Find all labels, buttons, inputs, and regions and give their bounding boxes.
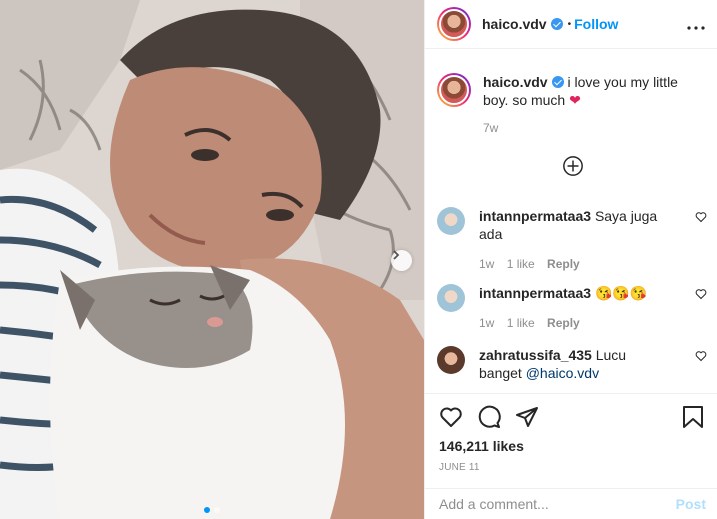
emoji-kiss-0: 😘	[594, 285, 613, 301]
bookmark-icon[interactable]	[682, 405, 704, 429]
comment-item: zahratussifa_435 Lucu banget @haico.vdv	[437, 346, 707, 382]
comment-likes[interactable]: 1 like	[507, 316, 535, 330]
comment-likes[interactable]: 1 like	[507, 257, 535, 271]
post-side-panel: haico.vdv • Follow haico.vdv i love you …	[424, 0, 717, 519]
chevron-right-icon	[393, 250, 400, 260]
emoji-kiss-1: 😘	[612, 285, 630, 301]
post-comment-button[interactable]: Post	[676, 496, 706, 512]
comment-time[interactable]: 1w	[479, 257, 494, 271]
commenter-avatar[interactable]	[437, 207, 465, 235]
red-heart-emoji: ❤	[569, 92, 581, 108]
commenter-avatar[interactable]	[437, 284, 465, 312]
comment-item: intannpermataa3 Saya juga ada 1w 1 like …	[437, 207, 707, 273]
avatar-image	[439, 75, 469, 105]
comment-item: intannpermataa3 😘😘😘 1w 1 like Reply	[437, 284, 707, 332]
caption-avatar[interactable]	[437, 73, 471, 107]
heart-icon[interactable]	[695, 350, 707, 362]
comment-mention-link[interactable]: @haico.vdv	[526, 365, 599, 381]
share-icon[interactable]	[515, 405, 539, 429]
author-username[interactable]: haico.vdv	[482, 16, 547, 32]
verified-badge-icon	[551, 76, 564, 88]
commenter-avatar[interactable]	[437, 346, 465, 374]
carousel-dot-active	[204, 507, 210, 513]
post-header: haico.vdv • Follow	[425, 0, 717, 49]
add-comment-bar: Post	[425, 488, 717, 519]
post-date[interactable]: JUNE 11	[439, 462, 704, 473]
author-avatar[interactable]	[437, 7, 471, 41]
comment-username[interactable]: zahratussifa_435	[479, 347, 592, 363]
heart-icon[interactable]	[439, 405, 463, 429]
comment-icon[interactable]	[477, 405, 501, 429]
carousel-indicator	[0, 507, 424, 513]
follow-button[interactable]: Follow	[574, 16, 618, 32]
post-caption: haico.vdv i love you my little boy. so m…	[425, 49, 717, 137]
emoji-kiss-2: 😘	[629, 285, 648, 301]
heart-icon[interactable]	[695, 211, 707, 223]
carousel-next-button[interactable]	[391, 250, 412, 271]
post-actions: 146,211 likes JUNE 11	[425, 393, 717, 473]
plus-circle-icon[interactable]	[562, 155, 584, 177]
post-photo[interactable]	[0, 0, 424, 519]
carousel-dot	[214, 507, 220, 513]
caption-username[interactable]: haico.vdv	[483, 74, 548, 90]
comment-input[interactable]	[439, 496, 676, 512]
follow-separator: •	[567, 18, 572, 30]
reply-button[interactable]: Reply	[547, 316, 580, 330]
heart-icon[interactable]	[695, 288, 707, 300]
caption-time[interactable]: 7w	[483, 119, 701, 137]
comment-username[interactable]: intannpermataa3	[479, 285, 591, 301]
verified-badge-icon	[550, 18, 563, 30]
comment-time[interactable]: 1w	[479, 316, 494, 330]
likes-count[interactable]: 146,211 likes	[439, 438, 704, 454]
photo-illustration	[0, 0, 424, 519]
avatar-image	[439, 9, 469, 39]
more-options-icon[interactable]	[687, 14, 705, 35]
comment-username[interactable]: intannpermataa3	[479, 208, 591, 224]
reply-button[interactable]: Reply	[547, 257, 580, 271]
